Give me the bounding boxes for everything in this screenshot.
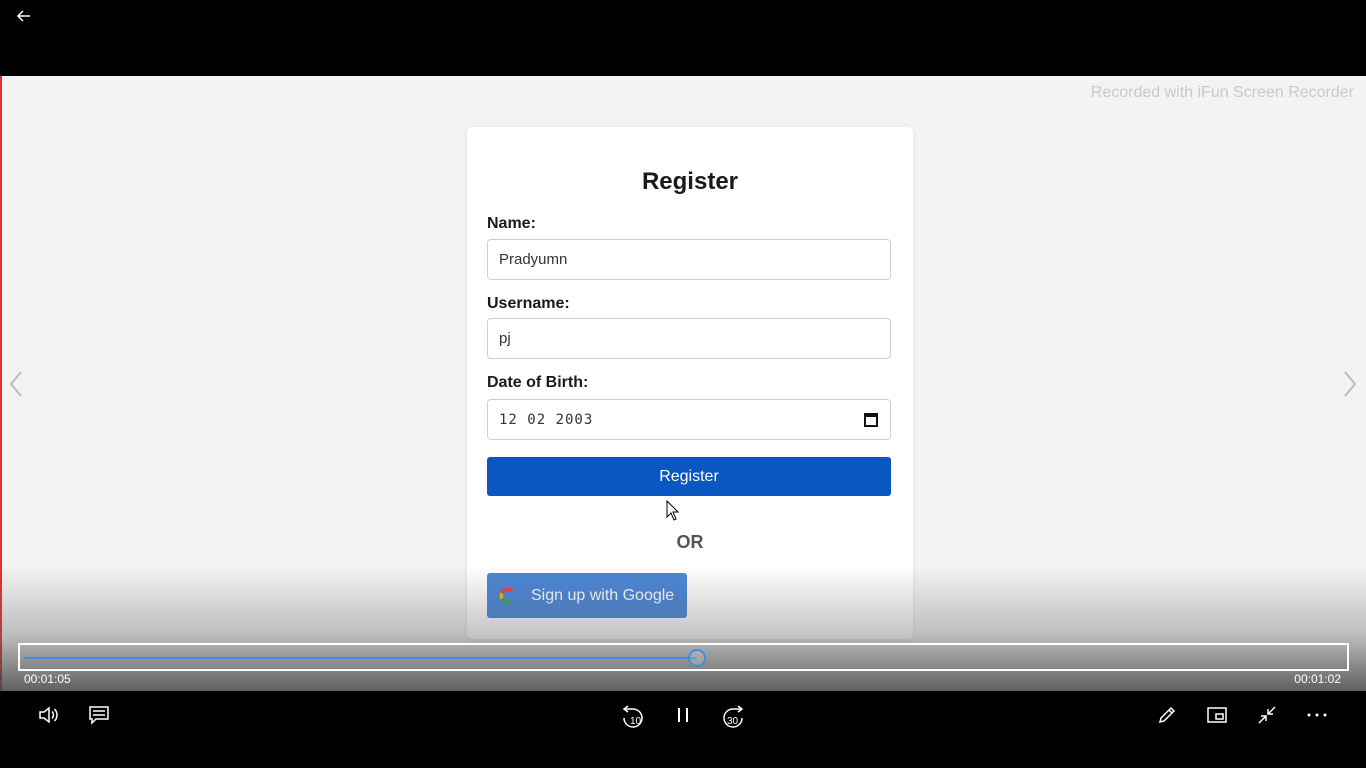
dob-value: 12 02 2003 bbox=[499, 411, 594, 428]
mini-view-icon[interactable] bbox=[1201, 701, 1233, 729]
rewind-10-button[interactable]: 10 bbox=[617, 701, 649, 729]
google-signup-label: Sign up with Google bbox=[531, 586, 675, 604]
name-input[interactable]: Pradyumn bbox=[487, 239, 891, 280]
watermark: Recorded with iFun Screen Recorder bbox=[1090, 84, 1354, 101]
more-icon[interactable] bbox=[1301, 701, 1333, 729]
username-input[interactable]: pj bbox=[487, 318, 891, 359]
time-remaining: 00:01:02 bbox=[1294, 672, 1341, 686]
rewind-label: 10 bbox=[630, 716, 642, 727]
or-divider: OR bbox=[676, 532, 704, 552]
register-button[interactable]: Register bbox=[487, 457, 891, 496]
volume-icon[interactable] bbox=[33, 701, 65, 729]
exit-fullscreen-icon[interactable] bbox=[1251, 701, 1283, 729]
google-signup-button[interactable]: Sign up with Google bbox=[487, 573, 687, 618]
register-card: Register Name: Pradyumn Username: pj Dat… bbox=[467, 127, 913, 639]
calendar-icon[interactable] bbox=[863, 412, 879, 428]
pause-icon[interactable] bbox=[667, 701, 699, 729]
seek-track[interactable] bbox=[24, 649, 1343, 667]
seek-progress bbox=[24, 657, 697, 659]
previous-chevron-icon[interactable] bbox=[4, 368, 28, 400]
time-elapsed: 00:01:05 bbox=[24, 672, 71, 686]
back-arrow-icon[interactable] bbox=[12, 4, 36, 28]
dob-input[interactable]: 12 02 2003 bbox=[487, 399, 891, 440]
name-label: Name: bbox=[487, 215, 536, 232]
seek-bar[interactable] bbox=[18, 643, 1349, 671]
player-controls: 10 30 bbox=[0, 691, 1366, 768]
forward-30-button[interactable]: 30 bbox=[717, 701, 749, 729]
mouse-cursor-icon bbox=[666, 499, 680, 522]
next-chevron-icon[interactable] bbox=[1338, 368, 1362, 400]
form-title: Register bbox=[641, 168, 739, 195]
google-icon bbox=[497, 585, 519, 607]
username-label: Username: bbox=[487, 295, 570, 312]
dob-label: Date of Birth: bbox=[487, 374, 589, 391]
frame-edge bbox=[0, 76, 2, 691]
video-frame: Recorded with iFun Screen Recorder Regis… bbox=[0, 76, 1366, 691]
captions-icon[interactable] bbox=[83, 701, 115, 729]
top-bar bbox=[0, 0, 1366, 76]
pencil-icon[interactable] bbox=[1151, 701, 1183, 729]
seek-thumb[interactable] bbox=[687, 649, 706, 667]
forward-label: 30 bbox=[727, 716, 739, 727]
